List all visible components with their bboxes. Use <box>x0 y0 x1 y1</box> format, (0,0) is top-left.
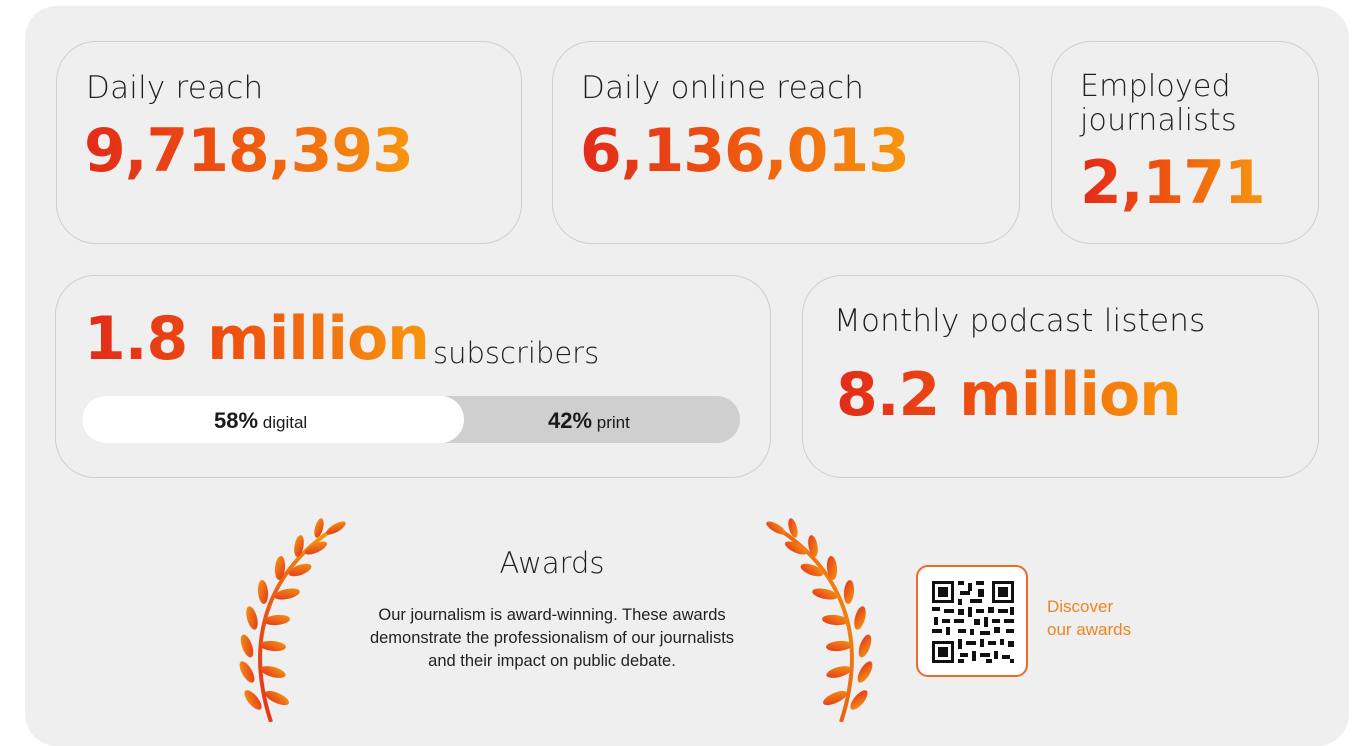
discover-awards-link-line1: Discover <box>1047 597 1114 616</box>
discover-awards-link[interactable]: Discover our awards <box>1047 595 1167 641</box>
print-share-text: 42% print <box>548 396 630 443</box>
employed-journalists-label-line1: Employed <box>1080 69 1231 104</box>
awards-description-line2: demonstrate the professionalism of our j… <box>369 629 735 647</box>
digital-percent: 58% <box>214 408 259 433</box>
qr-code-icon <box>930 579 1016 665</box>
awards-title: Awards <box>499 546 605 580</box>
print-percent: 42% <box>548 408 593 433</box>
discover-awards-link-line2: our awards <box>1047 620 1132 639</box>
subscribers-label: subscribers <box>433 336 600 370</box>
daily-reach-label: Daily reach <box>86 70 264 106</box>
awards-description: Our journalism is award-winning. These a… <box>322 604 782 673</box>
awards-description-line1: Our journalism is award-winning. These a… <box>378 606 726 624</box>
daily-online-reach-value: 6,136,013 <box>580 116 910 186</box>
subscribers-value: 1.8 million <box>84 304 430 374</box>
daily-reach-value: 9,718,393 <box>84 116 414 186</box>
digital-share-text: 58% digital <box>214 396 307 443</box>
daily-online-reach-label: Daily online reach <box>581 70 865 106</box>
employed-journalists-label-line2: journalists <box>1080 103 1237 138</box>
subscriber-split-bar: 58% digital 42% print <box>82 396 740 443</box>
podcast-value: 8.2 million <box>836 360 1182 430</box>
digital-label: digital <box>262 413 308 432</box>
employed-journalists-value: 2,171 <box>1080 148 1266 218</box>
podcast-label: Monthly podcast listens <box>834 303 1206 339</box>
awards-description-line3: and their impact on public debate. <box>428 652 676 670</box>
qr-code-frame[interactable] <box>916 565 1028 677</box>
print-label: print <box>596 413 630 432</box>
